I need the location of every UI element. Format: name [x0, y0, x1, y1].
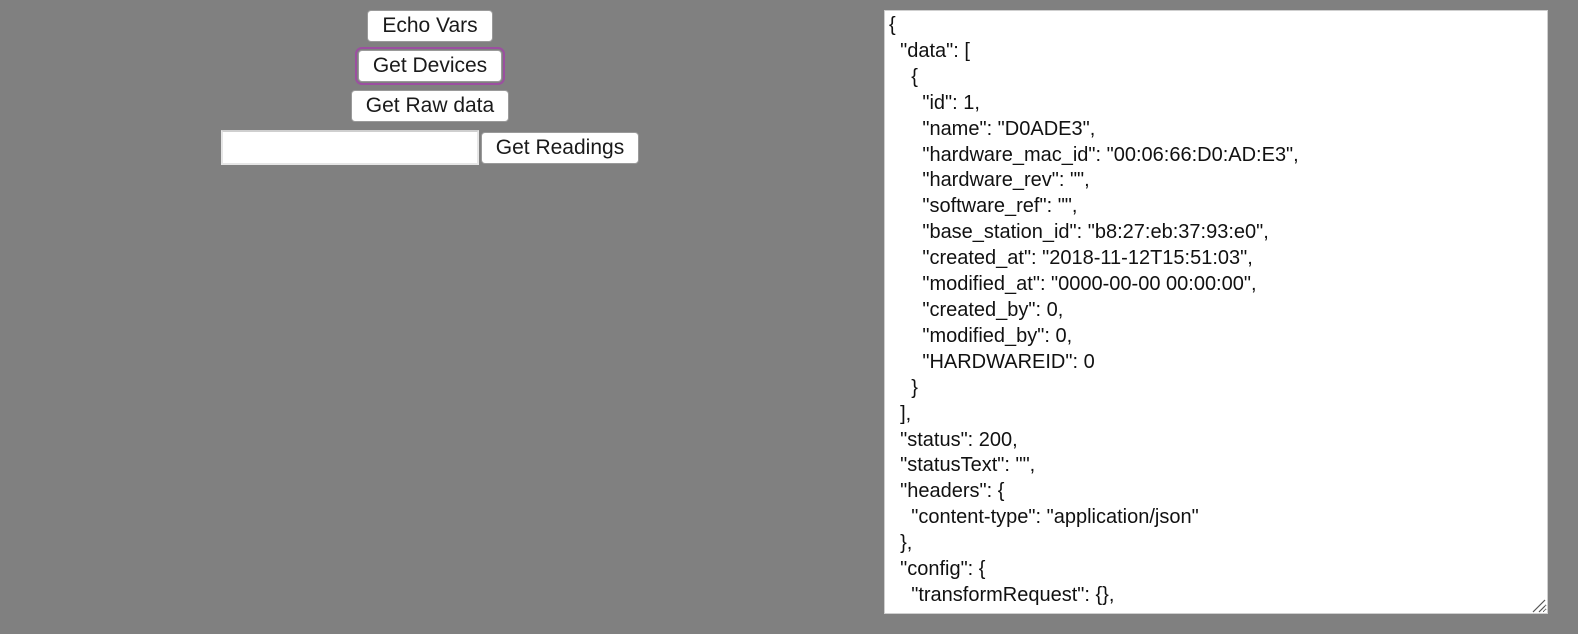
echo-vars-button[interactable]: Echo Vars	[367, 10, 493, 42]
get-readings-button[interactable]: Get Readings	[480, 131, 640, 164]
get-devices-button[interactable]: Get Devices	[354, 47, 506, 85]
readings-row: Get Readings	[220, 130, 640, 165]
response-output-textarea[interactable]: { "data": [ { "id": 1, "name": "D0ADE3",…	[884, 10, 1548, 614]
get-raw-data-button[interactable]: Get Raw data	[350, 90, 510, 122]
readings-input[interactable]	[220, 130, 479, 165]
resize-handle-icon[interactable]	[1530, 597, 1546, 613]
controls-panel: Echo Vars Get Devices Get Raw data Get R…	[0, 10, 860, 165]
